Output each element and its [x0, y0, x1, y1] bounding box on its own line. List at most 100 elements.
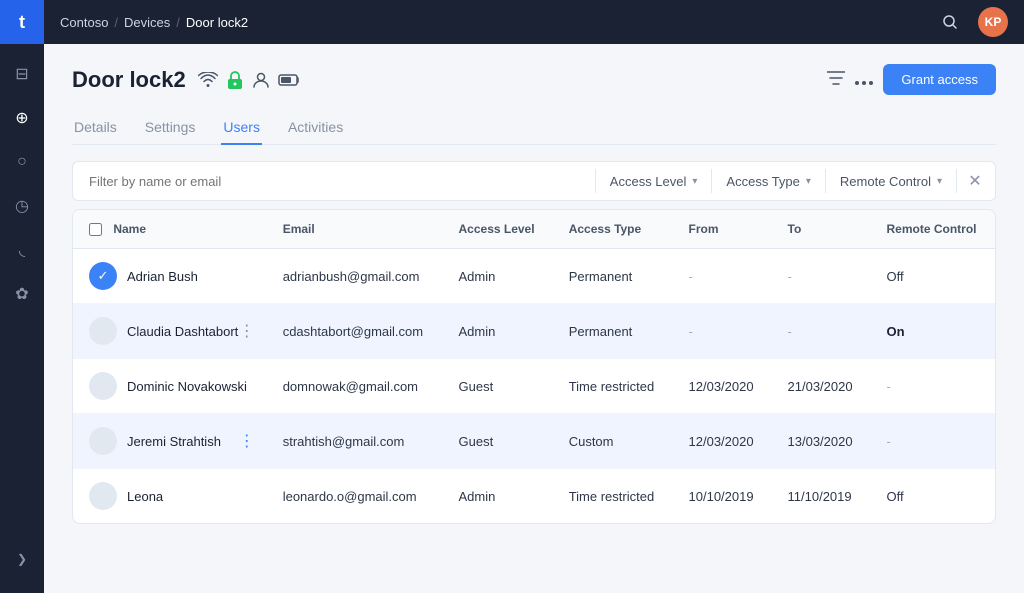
- app-logo: t: [0, 0, 44, 44]
- access-type-dropdown[interactable]: Access Type ▾: [712, 162, 825, 200]
- col-remote-control: Remote Control: [871, 210, 995, 249]
- page-title: Door lock2: [72, 67, 186, 93]
- name-cell: Dominic Novakowski: [73, 359, 267, 414]
- user-avatar: [89, 317, 117, 345]
- users-table: Name Email Access Level Access Type From…: [72, 209, 996, 524]
- topbar: Contoso / Devices / Door lock2 KP: [44, 0, 1024, 44]
- tab-details[interactable]: Details: [72, 111, 119, 145]
- user-avatar: [89, 427, 117, 455]
- filter-search-input[interactable]: [73, 174, 595, 189]
- filter-bar: Access Level ▾ Access Type ▾ Remote Cont…: [72, 161, 996, 201]
- chevron-down-icon-3: ▾: [937, 176, 942, 187]
- chevron-down-icon-2: ▾: [806, 176, 811, 187]
- to-cell: 21/03/2020: [772, 359, 871, 414]
- search-icon: [942, 14, 958, 30]
- tab-settings[interactable]: Settings: [143, 111, 198, 145]
- remote-control-cell: On: [871, 304, 995, 359]
- from-cell: -: [673, 249, 772, 304]
- breadcrumb-devices[interactable]: Devices: [124, 15, 170, 30]
- table-row: Jeremi Strahtish ⋮ strahtish@gmail.com G…: [73, 414, 995, 469]
- tab-users[interactable]: Users: [221, 111, 262, 145]
- remote-control-cell: -: [871, 359, 995, 414]
- remote-control-dropdown[interactable]: Remote Control ▾: [826, 162, 956, 200]
- remote-control-cell: Off: [871, 469, 995, 524]
- filter-close-button[interactable]: ✕: [957, 163, 993, 199]
- sidebar: t ⊟ ⊕ ○ ◷ ◟ ✿ ❯: [0, 0, 44, 593]
- email-cell: leonardo.o@gmail.com: [267, 469, 443, 524]
- name-cell: Claudia Dashtabort ⋮: [73, 304, 267, 359]
- wifi-icon: [198, 72, 218, 88]
- battery-icon: [278, 73, 300, 87]
- page-title-row: Door lock2: [72, 67, 300, 93]
- sidebar-item-grid[interactable]: ⊟: [4, 56, 40, 92]
- name-cell: Jeremi Strahtish ⋮: [73, 414, 267, 469]
- user-name: Jeremi Strahtish: [127, 434, 221, 449]
- tab-bar: Details Settings Users Activities: [72, 111, 996, 145]
- access-type-cell: Custom: [553, 414, 673, 469]
- topbar-right: KP: [934, 6, 1008, 38]
- sidebar-expand-button[interactable]: ❯: [4, 541, 40, 577]
- access-level-cell: Admin: [443, 469, 553, 524]
- access-type-cell: Time restricted: [553, 469, 673, 524]
- col-to: To: [772, 210, 871, 249]
- user-name: Claudia Dashtabort: [127, 324, 238, 339]
- topbar-search-button[interactable]: [934, 6, 966, 38]
- chevron-down-icon: ▾: [692, 176, 697, 187]
- lock-icon: [226, 70, 244, 90]
- breadcrumb-contoso[interactable]: Contoso: [60, 15, 108, 30]
- access-level-cell: Guest: [443, 414, 553, 469]
- select-all-checkbox[interactable]: [89, 223, 102, 236]
- to-cell: 13/03/2020: [772, 414, 871, 469]
- access-type-cell: Time restricted: [553, 359, 673, 414]
- table-row: Leona leonardo.o@gmail.com Admin Time re…: [73, 469, 995, 524]
- sidebar-item-bell[interactable]: ◟: [4, 232, 40, 268]
- sidebar-item-search[interactable]: ⊕: [4, 100, 40, 136]
- breadcrumb-current: Door lock2: [186, 15, 248, 30]
- email-cell: cdashtabort@gmail.com: [267, 304, 443, 359]
- from-cell: 12/03/2020: [673, 359, 772, 414]
- name-cell: ✓ Adrian Bush: [73, 249, 267, 304]
- sidebar-item-gear[interactable]: ✿: [4, 276, 40, 312]
- remote-control-cell: Off: [871, 249, 995, 304]
- remote-control-cell: -: [871, 414, 995, 469]
- user-name: Leona: [127, 489, 163, 504]
- row-menu-button-active[interactable]: ⋮: [235, 429, 259, 453]
- access-level-cell: Admin: [443, 304, 553, 359]
- user-avatar[interactable]: KP: [978, 7, 1008, 37]
- access-level-cell: Guest: [443, 359, 553, 414]
- row-menu-button[interactable]: ⋮: [235, 319, 259, 343]
- to-cell: 11/10/2019: [772, 469, 871, 524]
- content-area: Door lock2: [44, 44, 1024, 593]
- col-email: Email: [267, 210, 443, 249]
- filter-button[interactable]: [827, 69, 845, 90]
- user-avatar-active: ✓: [89, 262, 117, 290]
- table-header-row: Name Email Access Level Access Type From…: [73, 210, 995, 249]
- access-level-dropdown[interactable]: Access Level ▾: [596, 162, 712, 200]
- access-type-cell: Permanent: [553, 304, 673, 359]
- tab-activities[interactable]: Activities: [286, 111, 345, 145]
- page-actions: Grant access: [827, 64, 996, 95]
- email-cell: domnowak@gmail.com: [267, 359, 443, 414]
- more-button[interactable]: [855, 69, 873, 90]
- access-type-cell: Permanent: [553, 249, 673, 304]
- grant-access-button[interactable]: Grant access: [883, 64, 996, 95]
- col-access-type: Access Type: [553, 210, 673, 249]
- col-access-level: Access Level: [443, 210, 553, 249]
- sidebar-nav: ⊟ ⊕ ○ ◷ ◟ ✿: [4, 44, 40, 541]
- page-header: Door lock2: [72, 64, 996, 95]
- breadcrumb-sep1: /: [114, 15, 118, 30]
- user-name: Adrian Bush: [127, 269, 198, 284]
- table-row: Dominic Novakowski domnowak@gmail.com Gu…: [73, 359, 995, 414]
- sidebar-bottom: ❯: [4, 541, 40, 593]
- access-level-cell: Admin: [443, 249, 553, 304]
- breadcrumb-sep2: /: [176, 15, 180, 30]
- to-cell: -: [772, 304, 871, 359]
- main-content: Contoso / Devices / Door lock2 KP Door l…: [44, 0, 1024, 593]
- user-name: Dominic Novakowski: [127, 379, 247, 394]
- sidebar-item-clock[interactable]: ◷: [4, 188, 40, 224]
- sidebar-item-user[interactable]: ○: [4, 144, 40, 180]
- table-row: Claudia Dashtabort ⋮ cdashtabort@gmail.c…: [73, 304, 995, 359]
- col-from: From: [673, 210, 772, 249]
- from-cell: 12/03/2020: [673, 414, 772, 469]
- col-name: Name: [73, 210, 267, 249]
